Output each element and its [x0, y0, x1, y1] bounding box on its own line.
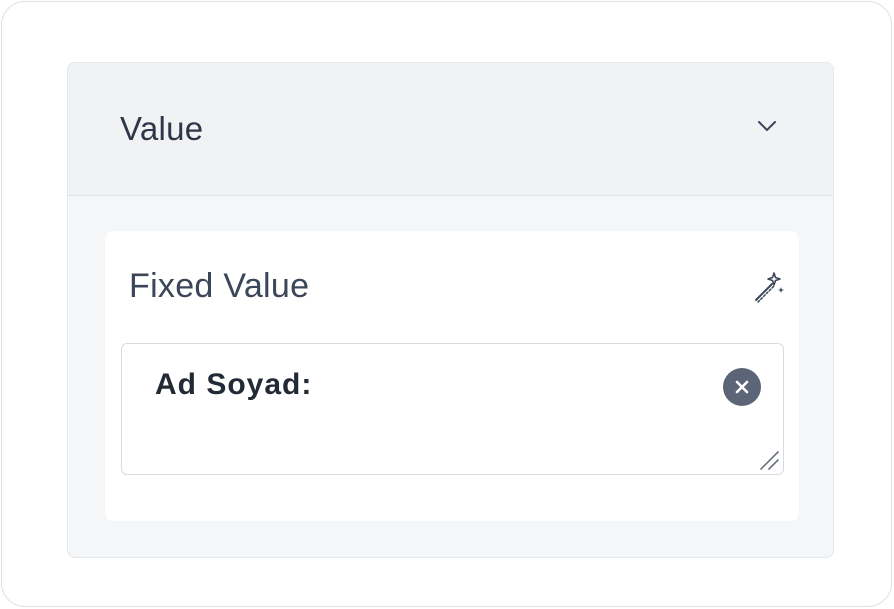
field-label: Fixed Value [129, 267, 310, 305]
fixed-value-textarea[interactable]: Ad Soyad: [121, 343, 784, 475]
clear-circle-icon [735, 380, 749, 394]
fixed-value-card: Fixed Value Ad Soyad: [105, 231, 799, 521]
chevron-down-icon[interactable] [756, 119, 778, 133]
textarea-value[interactable]: Ad Soyad: [155, 368, 312, 402]
value-panel-header[interactable]: Value [68, 63, 833, 196]
dialog-frame: Value Fixed Value Ad Soyad: [1, 1, 892, 607]
resize-handle-icon[interactable] [758, 449, 780, 471]
magic-wand-icon[interactable] [750, 269, 786, 305]
clear-button[interactable] [723, 368, 761, 406]
value-panel: Value Fixed Value Ad Soyad: [67, 62, 834, 558]
panel-title: Value [120, 110, 204, 147]
